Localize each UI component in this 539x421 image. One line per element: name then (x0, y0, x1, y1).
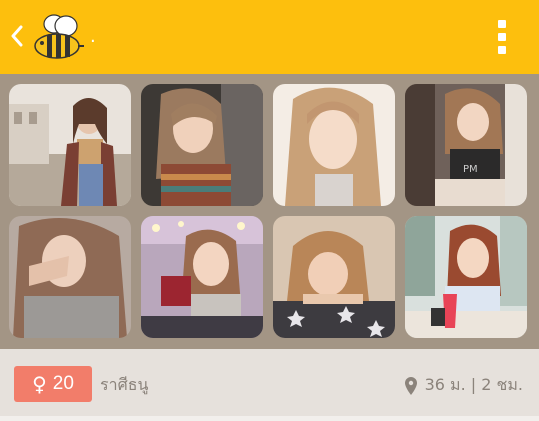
location-pin-icon (404, 376, 417, 395)
distance-info: 36 ม. | 2 ชม. (404, 373, 523, 398)
profile-photo-2[interactable] (141, 84, 263, 206)
age-value: 20 (52, 373, 74, 394)
app-bar: . (0, 0, 539, 74)
distance-text: 36 ม. | 2 ชม. (424, 375, 523, 394)
back-button[interactable] (6, 22, 28, 50)
profile-photo-8[interactable] (405, 216, 527, 338)
female-icon: ♀ (32, 372, 47, 396)
svg-text:PM: PM (463, 164, 478, 175)
zodiac-sign: ราศีธนู (100, 375, 149, 394)
profile-photo-1[interactable] (9, 84, 131, 206)
profile-photo-3[interactable] (273, 84, 395, 206)
profile-photo-5[interactable] (9, 216, 131, 338)
profile-photo-7[interactable] (273, 216, 395, 338)
profile-photo-6[interactable] (141, 216, 263, 338)
app-title: . (90, 26, 96, 47)
bottom-divider (0, 416, 539, 421)
overflow-menu-icon (498, 20, 506, 28)
photo-grid: PM (9, 84, 527, 338)
overflow-menu-button[interactable] (488, 14, 516, 60)
chevron-left-icon (11, 25, 23, 47)
age-badge: ♀ 20 (14, 366, 92, 402)
bee-logo-icon[interactable] (33, 13, 85, 61)
profile-photo-4[interactable]: PM (405, 84, 527, 206)
